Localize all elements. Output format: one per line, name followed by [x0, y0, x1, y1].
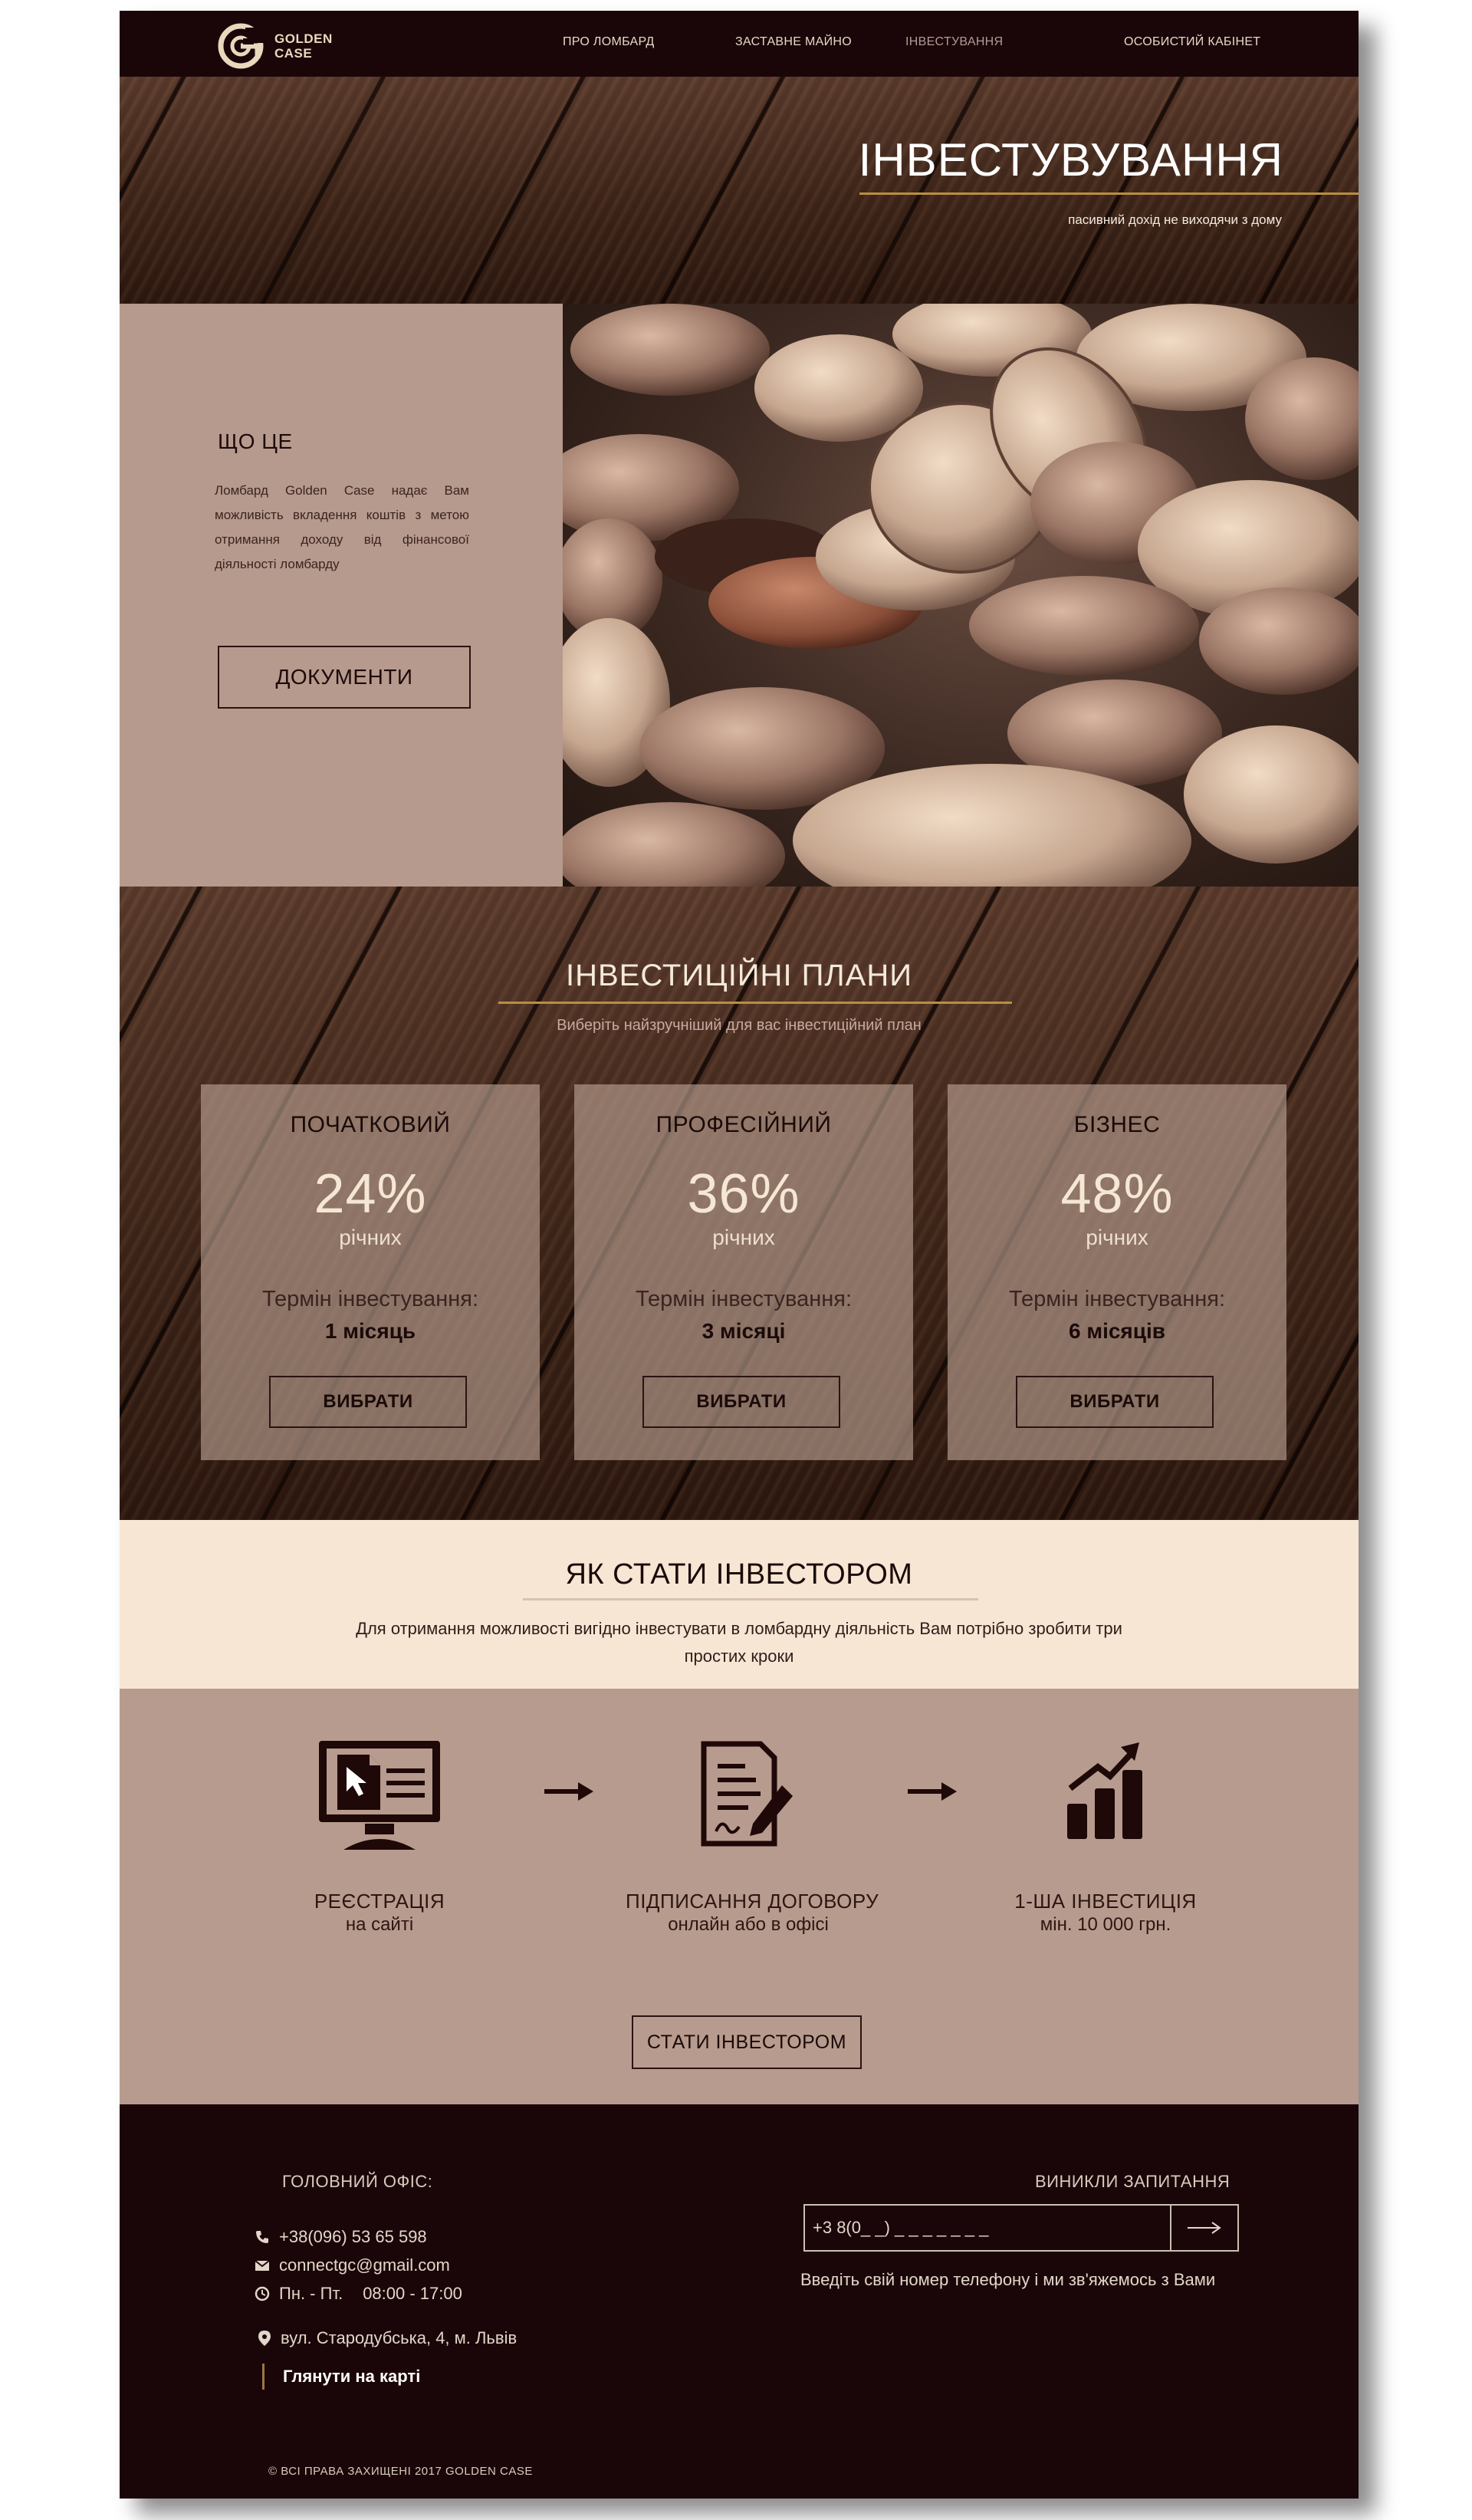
step-subtitle: онлайн або в офісі [668, 1914, 829, 1935]
top-navigation: GOLDEN CASE ПРО ЛОМБАРД ЗАСТАВНЕ МАЙНО І… [120, 11, 1359, 77]
plan-select-button[interactable]: ВИБРАТИ [642, 1376, 840, 1428]
howto-title: ЯК СТАТИ ІНВЕСТОРОМ [565, 1558, 913, 1591]
logo-text-line2: CASE [274, 46, 313, 61]
plan-name: ПРОФЕСІЙНИЙ [656, 1112, 832, 1137]
location-pin-icon [258, 2331, 271, 2346]
address-text: вул. Стародубська, 4, м. Львів [281, 2328, 518, 2347]
plan-period: річних [712, 1225, 775, 1249]
envelope-icon [255, 2260, 270, 2271]
arrow-right-icon [544, 1782, 593, 1801]
about-panel: ЩО ЦЕ Ломбард Golden Case надає Вам можл… [120, 304, 563, 887]
plan-name: БІЗНЕС [1073, 1112, 1161, 1137]
clock-icon [255, 2286, 270, 2301]
hero-subtitle: пасивний дохід не виходячи з дому [1068, 212, 1282, 227]
step-title: 1-ША ІНВЕСТИЦІЯ [1014, 1890, 1197, 1913]
page: GOLDEN CASE ПРО ЛОМБАРД ЗАСТАВНЕ МАЙНО І… [120, 11, 1359, 2499]
callback-form [803, 2204, 1239, 2252]
nav-investing[interactable]: ІНВЕСТУВАННЯ [905, 35, 1003, 49]
plans-subtitle: Виберіть найзручніший для вас інвестицій… [557, 1017, 922, 1034]
plan-percent: 36% [687, 1163, 800, 1225]
step-subtitle: мін. 10 000 грн. [1040, 1914, 1171, 1935]
questions-title: ВИНИКЛИ ЗАПИТАННЯ [1035, 2172, 1230, 2191]
logo-mark-icon [218, 23, 265, 69]
plans-title: ІНВЕСТИЦІЙНІ ПЛАНИ [566, 959, 912, 992]
hours-time: 08:00 - 17:00 [363, 2284, 462, 2303]
howto-text: Для отримання можливості вигідно інвесту… [356, 1619, 1122, 1666]
email-address: connectgc@gmail.com [279, 2255, 450, 2275]
nav-about[interactable]: ПРО ЛОМБАРД [563, 35, 655, 49]
footer-email[interactable]: connectgc@gmail.com [255, 2255, 450, 2275]
coins-photo [563, 304, 1359, 887]
submit-phone-button[interactable] [1170, 2206, 1237, 2250]
arrow-right-icon [908, 1782, 957, 1801]
phone-input[interactable] [805, 2206, 1170, 2250]
step-title: РЕЄСТРАЦІЯ [314, 1890, 445, 1913]
footer-hours: Пн. - Пт. 08:00 - 17:00 [255, 2284, 462, 2304]
hero-divider [859, 192, 1359, 195]
nav-collateral[interactable]: ЗАСТАВНЕ МАЙНО [735, 35, 852, 49]
hero-title: ІНВЕСТУВУВАННЯ [858, 134, 1283, 186]
step-title: ПІДПИСАННЯ ДОГОВОРУ [626, 1890, 879, 1913]
phone-icon [256, 2231, 268, 2243]
view-on-map-link[interactable]: Глянути на карті [262, 2364, 420, 2390]
documents-button[interactable]: ДОКУМЕНТИ [218, 646, 471, 709]
footer-phone[interactable]: +38(096) 53 65 598 [255, 2227, 427, 2247]
plan-card-professional: ПРОФЕСІЙНИЙ 36% річних Термін інвестуван… [574, 1084, 913, 1460]
plan-percent: 48% [1060, 1163, 1174, 1225]
plan-term: 6 місяців [1069, 1319, 1165, 1343]
coins-illustration [563, 304, 1359, 887]
plan-term-label: Термін інвестування: [1008, 1287, 1226, 1311]
plan-term-label: Термін інвестування: [261, 1287, 479, 1311]
plan-term: 1 місяць [324, 1319, 416, 1343]
logo-text-line1: GOLDEN [274, 31, 333, 46]
steps-section: РЕЄСТРАЦІЯ на сайті ПІДПИСАННЯ ДОГОВОРУ … [120, 1689, 1359, 2104]
plan-period: річних [339, 1225, 402, 1249]
phone-number: +38(096) 53 65 598 [279, 2227, 427, 2246]
plan-period: річних [1086, 1225, 1148, 1249]
computer-registration-icon [319, 1741, 440, 1850]
plan-select-button[interactable]: ВИБРАТИ [1016, 1376, 1214, 1428]
hero-banner: ІНВЕСТУВУВАННЯ пасивний дохід не виходяч… [120, 77, 1359, 304]
plan-name: ПОЧАТКОВИЙ [290, 1112, 451, 1137]
copyright: © ВСІ ПРАВА ЗАХИЩЕНІ 2017 GOLDEN CASE [268, 2465, 533, 2478]
plan-select-button[interactable]: ВИБРАТИ [269, 1376, 467, 1428]
step-subtitle: на сайті [345, 1914, 414, 1935]
hours-days: Пн. - Пт. [279, 2284, 343, 2303]
become-investor-button[interactable]: СТАТИ ІНВЕСТОРОМ [632, 2015, 862, 2069]
footer: ГОЛОВНИЙ ОФІС: +38(096) 53 65 598 connec… [120, 2104, 1359, 2499]
nav-personal-cabinet[interactable]: ОСОБИСТИЙ КАБІНЕТ [1124, 35, 1260, 49]
plan-percent: 24% [314, 1163, 427, 1225]
logo[interactable]: GOLDEN CASE [218, 23, 333, 69]
growth-chart-icon [1067, 1742, 1142, 1839]
about-text: Ломбард Golden Case надає Вам можливість… [215, 483, 469, 571]
plan-card-starter: ПОЧАТКОВИЙ 24% річних Термін інвестуванн… [201, 1084, 540, 1460]
office-title: ГОЛОВНИЙ ОФІС: [282, 2172, 433, 2191]
callback-note: Введіть свій номер телефону і ми зв'яжем… [800, 2270, 1216, 2289]
plan-term: 3 місяці [702, 1319, 786, 1343]
contract-sign-icon [701, 1741, 793, 1847]
plan-term-label: Термін інвестування: [635, 1287, 853, 1311]
about-title: ЩО ЦЕ [218, 429, 293, 453]
how-to-invest-header: ЯК СТАТИ ІНВЕСТОРОМ Для отримання можлив… [120, 1520, 1359, 1689]
footer-address: вул. Стародубська, 4, м. Львів [258, 2328, 517, 2348]
plan-card-business: БІЗНЕС 48% річних Термін інвестування: 6… [948, 1084, 1286, 1460]
plans-divider [498, 1002, 1012, 1004]
howto-divider [523, 1598, 978, 1600]
long-arrow-right-icon [1188, 2222, 1221, 2234]
logo-text: GOLDEN CASE [274, 31, 333, 61]
investment-plans-section: ІНВЕСТИЦІЙНІ ПЛАНИ Виберіть найзручніший… [120, 887, 1359, 1520]
